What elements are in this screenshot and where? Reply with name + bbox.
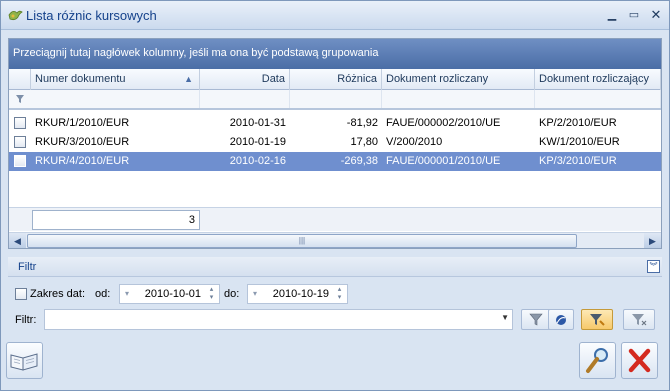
date-from-field[interactable]: ▾ 2010-10-01 ▴ ▾ <box>119 284 220 304</box>
filter-panel-header: Filtr ︾ <box>8 257 662 277</box>
filter-cell-roznica[interactable] <box>290 90 382 108</box>
cell-rozliczany: FAUE/000002/2010/UE <box>386 117 501 129</box>
collapse-icon[interactable]: ︾ <box>647 260 660 273</box>
filtr-label: Filtr: <box>15 314 37 326</box>
zakres-dat-label: Zakres dat: <box>30 288 86 300</box>
filter-cell-data[interactable] <box>200 90 290 108</box>
chevron-down-icon[interactable]: ▾ <box>121 286 133 302</box>
maximize-icon[interactable]: ▭ <box>626 7 642 23</box>
close-icon[interactable]: ✕ <box>648 7 664 23</box>
cell-rozliczany: V/200/2010 <box>386 136 443 148</box>
filter-cell-rozliczany[interactable] <box>382 90 535 108</box>
cancel-button[interactable] <box>621 342 658 379</box>
column-header-roznica[interactable]: Różnica <box>290 69 382 90</box>
title-bar: Lista różnic kursowych ▁ ▭ ✕ <box>1 1 669 30</box>
book-icon <box>10 353 38 371</box>
cell-roznica: -81,92 <box>346 117 378 129</box>
filter-title: Filtr <box>18 261 37 273</box>
spin-icon[interactable]: ▴ ▾ <box>333 286 346 302</box>
spin-icon[interactable]: ▴ ▾ <box>205 286 218 302</box>
group-by-panel[interactable]: Przeciągnij tutaj nagłówek kolumny, jeśl… <box>9 39 661 69</box>
column-header-rozliczajacy[interactable]: Dokument rozliczający <box>535 69 661 90</box>
cell-numer: RKUR/1/2010/EUR <box>35 117 130 129</box>
sort-ascending-icon: ▲ <box>184 74 193 84</box>
chevron-down-icon[interactable]: ▾ <box>249 286 261 302</box>
funnel-icon[interactable] <box>15 94 25 104</box>
row-checkbox[interactable] <box>14 136 26 148</box>
od-label: od: <box>95 288 111 300</box>
cell-data: 2010-02-16 <box>229 155 286 167</box>
globe-icon <box>556 315 566 325</box>
filter-options-button[interactable] <box>548 309 574 330</box>
table-row[interactable]: RKUR/3/2010/EUR 2010-01-19 17,80 V/200/2… <box>9 133 661 152</box>
cell-rozliczajacy: KP/2/2010/EUR <box>539 117 617 129</box>
table-row-selected[interactable]: RKUR/4/2010/EUR 2010-02-16 -269,38 FAUE/… <box>9 152 661 171</box>
column-filter-row <box>9 90 661 110</box>
scroll-right-icon[interactable]: ▶ <box>644 233 661 248</box>
column-header-rozliczany[interactable]: Dokument rozliczany <box>382 69 535 90</box>
filter-combo[interactable]: ▼ <box>44 309 513 330</box>
cell-rozliczany: FAUE/000001/2010/UE <box>386 155 501 167</box>
column-header-row: Numer dokumentu ▲ Data Różnica Dokument … <box>9 69 661 90</box>
magnifier-icon <box>586 348 608 373</box>
column-header-data[interactable]: Data <box>200 69 290 90</box>
preview-button[interactable] <box>579 342 616 379</box>
funnel-clear-icon <box>632 314 647 326</box>
app-icon <box>8 10 23 21</box>
advanced-filter-button[interactable] <box>581 309 613 330</box>
cell-data: 2010-01-19 <box>229 136 286 148</box>
filter-cell-numer[interactable] <box>31 90 200 108</box>
chevron-down-icon[interactable]: ▼ <box>501 313 509 322</box>
scroll-left-icon[interactable]: ◀ <box>9 233 26 248</box>
cell-data: 2010-01-31 <box>229 117 286 129</box>
table-row[interactable]: RKUR/1/2010/EUR 2010-01-31 -81,92 FAUE/0… <box>9 114 661 133</box>
cell-numer: RKUR/4/2010/EUR <box>35 155 130 167</box>
scroll-thumb[interactable]: ||| <box>27 234 577 248</box>
summary-footer: 3 <box>9 207 661 231</box>
cell-rozliczajacy: KP/3/2010/EUR <box>539 155 617 167</box>
row-count: 3 <box>32 210 200 230</box>
window-title: Lista różnic kursowych <box>26 8 157 23</box>
documents-grid: Przeciągnij tutaj nagłówek kolumny, jeśl… <box>8 38 662 249</box>
cell-roznica: 17,80 <box>350 136 378 148</box>
header-checkbox-column <box>9 69 31 90</box>
row-checkbox[interactable] <box>14 117 26 129</box>
column-header-numer-label: Numer dokumentu <box>35 73 126 85</box>
date-from-value: 2010-10-01 <box>144 288 201 300</box>
minimize-icon[interactable]: ▁ <box>604 7 620 23</box>
horizontal-scrollbar[interactable]: ◀ ||| ▶ <box>9 232 661 248</box>
column-header-numer[interactable]: Numer dokumentu ▲ <box>31 69 200 90</box>
zakres-dat-checkbox[interactable] <box>15 288 27 300</box>
cell-numer: RKUR/3/2010/EUR <box>35 136 130 148</box>
filter-cell-rozliczajacy[interactable] <box>535 90 661 108</box>
clear-filter-button[interactable] <box>623 309 655 330</box>
cell-rozliczajacy: KW/1/2010/EUR <box>539 136 620 148</box>
cell-roznica: -269,38 <box>340 155 378 167</box>
funnel-icon <box>590 314 605 326</box>
do-label: do: <box>224 288 240 300</box>
window: Lista różnic kursowych ▁ ▭ ✕ Przeciągnij… <box>0 0 670 391</box>
date-to-value: 2010-10-19 <box>272 288 329 300</box>
row-checkbox[interactable] <box>14 155 26 167</box>
open-document-button[interactable] <box>6 342 43 379</box>
cancel-x-icon <box>628 348 651 373</box>
date-to-field[interactable]: ▾ 2010-10-19 ▴ ▾ <box>247 284 348 304</box>
